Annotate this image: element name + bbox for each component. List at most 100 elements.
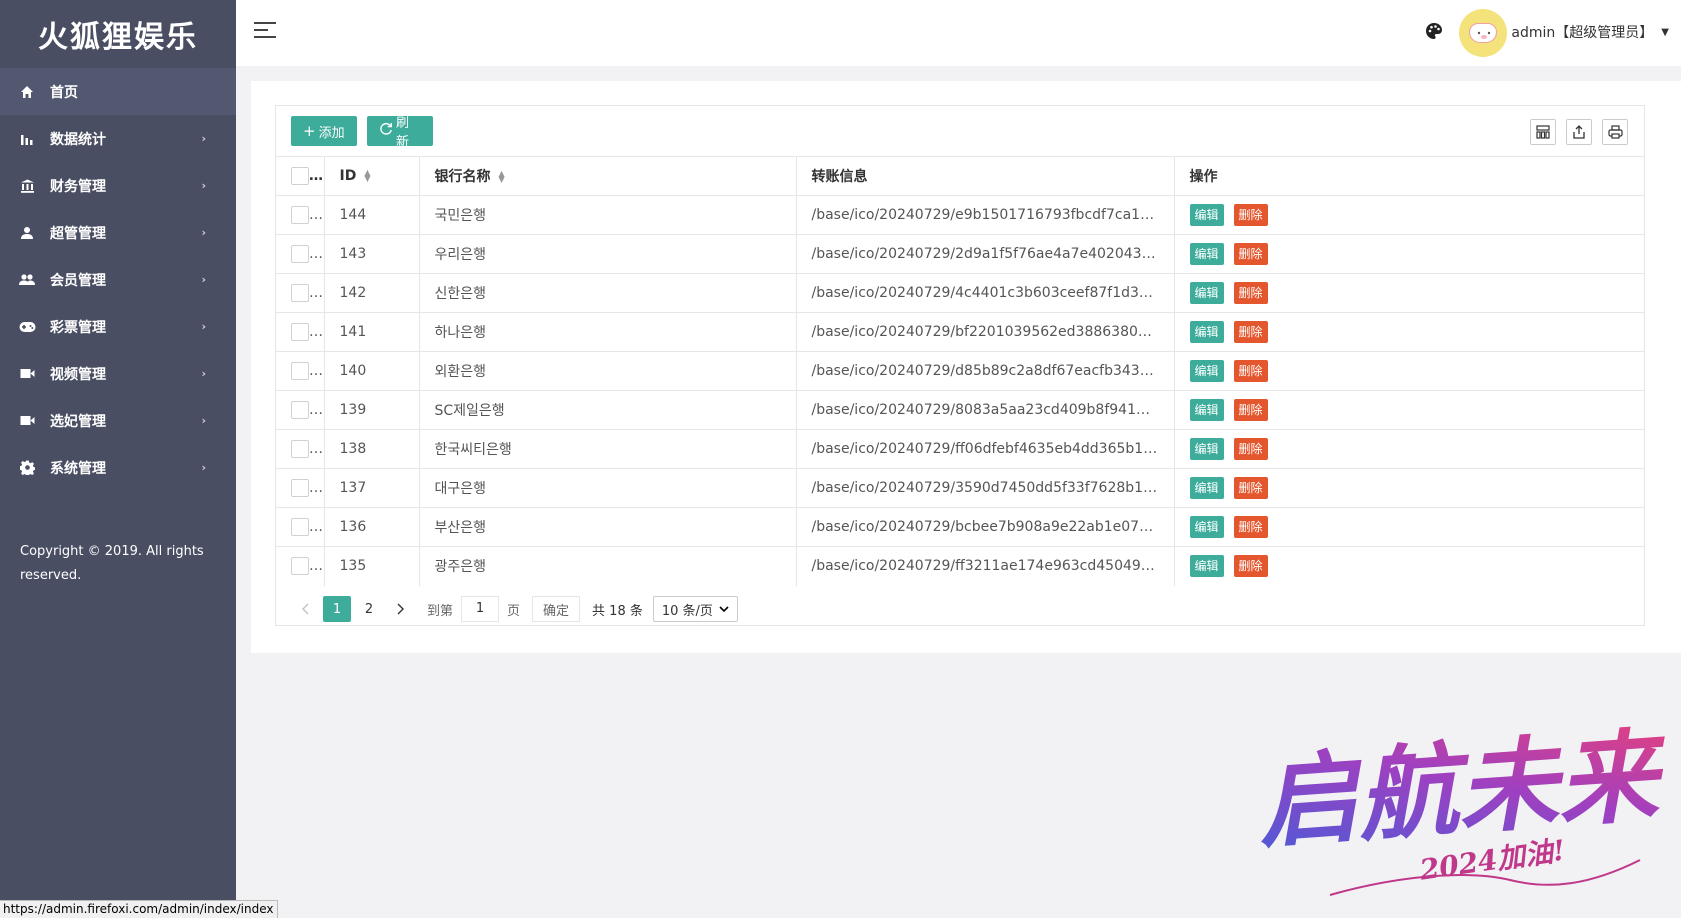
- next-page-icon[interactable]: [387, 596, 415, 622]
- palette-icon[interactable]: [1425, 22, 1443, 40]
- delete-button[interactable]: 删除: [1233, 516, 1268, 538]
- row-checkbox[interactable]: [291, 479, 309, 497]
- chevron-down-icon: [719, 605, 729, 612]
- transfer-info-cell: /base/ico/20240729/bf2201039562ed3886380…: [796, 312, 1175, 352]
- select-all-checkbox[interactable]: [291, 167, 309, 185]
- page-size-select[interactable]: 10 条/页: [652, 596, 738, 622]
- add-button[interactable]: + 添加: [291, 116, 357, 146]
- ops-cell: 编辑 删除: [1174, 429, 1644, 469]
- select-all-cell: [276, 156, 325, 196]
- sidebar-item-selection[interactable]: 选妃管理 ›: [0, 397, 236, 444]
- row-checkbox[interactable]: [291, 284, 309, 302]
- delete-button[interactable]: 删除: [1233, 204, 1268, 226]
- row-checkbox[interactable]: [291, 518, 309, 536]
- goto-page-input[interactable]: 1: [461, 596, 500, 622]
- avatar[interactable]: [1459, 9, 1507, 57]
- page-button-1[interactable]: 1: [323, 596, 351, 622]
- edit-button[interactable]: 编辑: [1189, 438, 1224, 460]
- sidebar-item-label: 会员管理: [50, 272, 106, 289]
- row-checkbox[interactable]: [291, 440, 309, 458]
- row-checkbox[interactable]: [291, 245, 309, 263]
- sidebar-item-members[interactable]: 会员管理 ›: [0, 256, 236, 303]
- users-icon: [18, 271, 36, 289]
- status-url-bar: https://admin.firefoxi.com/admin/index/i…: [0, 900, 278, 918]
- transfer-info-cell: /base/ico/20240729/ff06dfebf4635eb4dd365…: [796, 429, 1175, 469]
- sidebar-item-label: 视频管理: [50, 366, 106, 383]
- table-body: 144 국민은행/base/ico/20240729/e9b1501716793f…: [276, 195, 1644, 586]
- row-select-cell: [276, 234, 325, 274]
- sidebar-item-videos[interactable]: 视频管理 ›: [0, 350, 236, 397]
- row-checkbox[interactable]: [291, 206, 309, 224]
- transfer-info-cell: /base/ico/20240729/bcbee7b908a9e22ab1e07…: [796, 507, 1175, 547]
- transfer-info-cell: /base/ico/20240729/2d9a1f5f76ae4a7e40204…: [796, 234, 1175, 274]
- sidebar-item-home[interactable]: 首页: [0, 68, 236, 115]
- goto-label: 到第: [427, 603, 454, 619]
- sidebar-item-finance[interactable]: 财务管理 ›: [0, 162, 236, 209]
- page-button-2[interactable]: 2: [355, 596, 383, 622]
- row-checkbox[interactable]: [291, 557, 309, 576]
- sidebar-item-stats[interactable]: 数据统计 ›: [0, 115, 236, 162]
- confirm-page-button[interactable]: 确定: [532, 596, 581, 622]
- bank-header[interactable]: 银行名称 ▲ ▼: [419, 156, 797, 196]
- delete-button[interactable]: 删除: [1233, 438, 1268, 460]
- delete-button[interactable]: 删除: [1233, 243, 1268, 265]
- gear-icon: [18, 459, 36, 477]
- bank-name-cell: 국민은행: [419, 195, 797, 235]
- delete-button[interactable]: 删除: [1233, 321, 1268, 343]
- delete-button[interactable]: 删除: [1233, 555, 1268, 578]
- sidebar-item-label: 选妃管理: [50, 413, 106, 430]
- edit-button[interactable]: 编辑: [1189, 555, 1224, 578]
- edit-button[interactable]: 编辑: [1189, 204, 1224, 226]
- sidebar-item-label: 首页: [50, 84, 78, 101]
- bank-name-cell: 신한은행: [419, 273, 797, 313]
- row-select-cell: [276, 468, 325, 508]
- edit-button[interactable]: 编辑: [1189, 477, 1224, 499]
- transfer-info-cell: /base/ico/20240729/d85b89c2a8df67eacfb34…: [796, 351, 1175, 391]
- app-logo[interactable]: 火狐狸娱乐: [0, 0, 236, 68]
- prev-page-icon[interactable]: [291, 596, 319, 622]
- plus-icon: +: [303, 122, 316, 140]
- id-header[interactable]: ID ▲ ▼: [324, 156, 420, 196]
- bar-chart-icon: [18, 130, 36, 148]
- edit-button[interactable]: 编辑: [1189, 282, 1224, 304]
- sidebar-item-lottery[interactable]: 彩票管理 ›: [0, 303, 236, 350]
- table-row: 143 우리은행/base/ico/20240729/2d9a1f5f76ae4a…: [276, 234, 1644, 274]
- bank-name-cell: 하나은행: [419, 312, 797, 352]
- home-icon: [18, 83, 36, 101]
- chevron-right-icon: ›: [201, 461, 206, 474]
- edit-button[interactable]: 编辑: [1189, 243, 1224, 265]
- edit-button[interactable]: 编辑: [1189, 516, 1224, 538]
- edit-button[interactable]: 编辑: [1189, 360, 1224, 382]
- bank-name-cell: 외환은행: [419, 351, 797, 391]
- bank-icon: [18, 177, 36, 195]
- sort-icon[interactable]: ▲ ▼: [364, 169, 370, 183]
- delete-button[interactable]: 删除: [1233, 399, 1268, 421]
- id-cell: 140: [324, 351, 420, 391]
- edit-button[interactable]: 编辑: [1189, 399, 1224, 421]
- row-checkbox[interactable]: [291, 323, 309, 341]
- delete-button[interactable]: 删除: [1233, 282, 1268, 304]
- sort-icon[interactable]: ▲ ▼: [499, 170, 505, 184]
- sidebar-item-label: 系统管理: [50, 460, 106, 477]
- user-menu[interactable]: admin【超级管理员】 ▼: [1511, 22, 1669, 42]
- user-icon: [18, 224, 36, 242]
- columns-filter-icon[interactable]: [1530, 119, 1556, 145]
- row-checkbox[interactable]: [291, 401, 309, 419]
- delete-button[interactable]: 删除: [1233, 477, 1268, 499]
- id-cell: 135: [324, 546, 420, 586]
- sidebar-item-admins[interactable]: 超管管理 ›: [0, 209, 236, 256]
- print-icon[interactable]: [1602, 119, 1628, 145]
- sidebar-menu: 首页 数据统计 › 财务管理 › 超管管理 › 会员管理 › 彩票管理 › 视频…: [0, 68, 236, 491]
- menu-toggle-icon[interactable]: [254, 22, 276, 40]
- sidebar-item-system[interactable]: 系统管理 ›: [0, 444, 236, 491]
- row-select-cell: [276, 312, 325, 352]
- watermark-main-text: 启航未来: [1254, 716, 1670, 862]
- id-header-label: ID: [339, 168, 357, 184]
- delete-button[interactable]: 删除: [1233, 360, 1268, 382]
- refresh-button[interactable]: 刷新: [367, 116, 433, 150]
- row-select-cell: [276, 429, 325, 469]
- row-checkbox[interactable]: [291, 362, 309, 380]
- bank-name-cell: SC제일은행: [419, 390, 797, 430]
- edit-button[interactable]: 编辑: [1189, 321, 1224, 343]
- export-icon[interactable]: [1566, 119, 1592, 145]
